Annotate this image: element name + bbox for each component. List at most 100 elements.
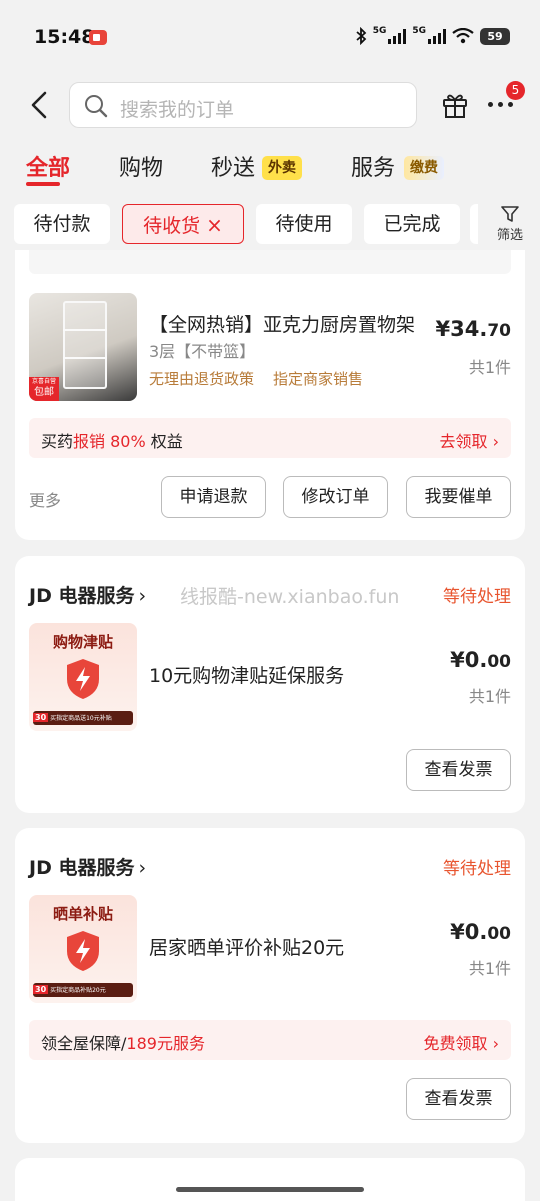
promo-link[interactable]: 去领取 › (439, 428, 499, 452)
price: ¥0.00 (450, 648, 511, 672)
filter-label: 筛选 (496, 228, 523, 243)
order-status: 等待处理 (443, 587, 511, 607)
urge-order-button[interactable]: 我要催单 (406, 476, 511, 518)
return-policy-tag: 无理由退货政策 (149, 370, 255, 388)
chip-pending-receipt[interactable]: 待收货 × (122, 204, 244, 244)
filter-button[interactable]: 筛选 (482, 202, 538, 248)
signal-icon-2 (428, 28, 446, 44)
service-image[interactable]: 购物津贴 30 买指定商品送10元补贴 (29, 623, 137, 731)
thumb-title: 晒单补贴 (52, 905, 113, 923)
promo-suffix: 权益 (145, 432, 183, 451)
search-input[interactable]: 搜索我的订单 (69, 82, 417, 128)
status-icons: 5G 5G 59 (355, 24, 510, 48)
tab-services[interactable]: 服务 (351, 150, 395, 182)
price-main: ¥0. (450, 648, 488, 672)
shelf-image (63, 301, 107, 389)
back-arrow-icon[interactable] (26, 90, 56, 120)
service-title[interactable]: 10元购物津贴延保服务 (149, 661, 344, 688)
service-title[interactable]: 居家晒单评价补贴20元 (149, 933, 344, 960)
promo-link-label: 去领取 (439, 432, 488, 451)
view-invoice-button[interactable]: 查看发票 (406, 749, 511, 791)
header: 搜索我的订单 5 (0, 76, 540, 136)
modify-order-button[interactable]: 修改订单 (283, 476, 388, 518)
status-bar: 15:48 5G 5G 59 (0, 0, 540, 70)
thumb-badge: 京喜自营 包邮 (29, 377, 59, 401)
view-invoice-button[interactable]: 查看发票 (406, 1078, 511, 1120)
product-title[interactable]: 【全网热销】亚克力厨房置物架 (149, 310, 415, 337)
close-icon[interactable]: × (206, 213, 223, 237)
promo-banner[interactable]: 买药报销 80% 权益 去领取 › (29, 418, 511, 458)
tab-active-underline (26, 182, 60, 186)
shield-icon (67, 659, 99, 699)
thumb-badge-line1: 京喜自营 (31, 378, 56, 385)
signal-5g-label-2: 5G (412, 26, 426, 36)
promo-banner[interactable]: 领全屋保障/189元服务 免费领取 › (29, 1020, 511, 1060)
product-image[interactable]: 京喜自营 包邮 (29, 293, 137, 401)
shop-label: JD 电器服务 (29, 857, 135, 879)
card-top-strip (29, 250, 511, 274)
chevron-right-icon: › (138, 857, 147, 879)
chevron-right-icon: › (492, 432, 499, 451)
service-image[interactable]: 晒单补贴 30 买指定商品补贴20元 (29, 895, 137, 1003)
gift-icon[interactable] (441, 91, 469, 119)
price: ¥34.70 (436, 317, 512, 341)
price-cents: 70 (487, 321, 511, 341)
tab-shopping[interactable]: 购物 (119, 150, 163, 182)
shop-name[interactable]: JD 电器服务 › (29, 581, 146, 608)
promo-link-label: 免费领取 (423, 1034, 488, 1053)
shelf-line (63, 329, 107, 331)
chip-pending-payment[interactable]: 待付款 (14, 204, 110, 244)
quantity: 共1件 (468, 358, 511, 377)
promo-highlight: 报销 80% (73, 432, 146, 451)
status-time: 15:48 (34, 26, 95, 48)
payment-tag: 缴费 (404, 156, 444, 180)
more-icon[interactable] (488, 102, 518, 110)
home-indicator[interactable] (176, 1187, 364, 1192)
shop-name[interactable]: JD 电器服务 › (29, 853, 146, 880)
promo-link[interactable]: 免费领取 › (423, 1030, 499, 1054)
price: ¥0.00 (450, 920, 511, 944)
search-placeholder: 搜索我的订单 (120, 99, 235, 121)
chip-pending-use[interactable]: 待使用 (256, 204, 352, 244)
shop-label: JD 电器服务 (29, 585, 135, 607)
order-card[interactable]: JD 电器服务 › 线报酷-new.xianbao.fun 等待处理 购物津贴 3… (15, 556, 525, 813)
signal-icon-1 (388, 28, 407, 44)
more-link[interactable]: 更多 (29, 487, 61, 511)
thumb-footer: 30 买指定商品送10元补贴 (33, 711, 133, 725)
order-card[interactable]: 京喜自营 包邮 【全网热销】亚克力厨房置物架 3层【不带篮】 无理由退货政策 指… (15, 250, 525, 540)
promo-prefix: 买药 (41, 432, 74, 451)
tab-instant-delivery[interactable]: 秒送 (211, 150, 255, 182)
thumb-title: 购物津贴 (52, 633, 113, 651)
promo-text: 领全屋保障/189元服务 (41, 1030, 205, 1054)
signal-5g-label-1: 5G (372, 26, 387, 36)
next-order-card (15, 1158, 525, 1201)
price-cents: 00 (487, 924, 511, 944)
quantity: 共1件 (468, 687, 511, 706)
promo-highlight: 189元服务 (126, 1034, 205, 1053)
bluetooth-icon (356, 27, 367, 45)
merchant-tag: 指定商家销售 (273, 370, 364, 388)
refund-button[interactable]: 申请退款 (161, 476, 266, 518)
promo-text: 买药报销 80% 权益 (41, 428, 183, 452)
chevron-right-icon: › (138, 585, 147, 607)
filter-chips: 待付款 待收货 × 待使用 已完成 筛选 (0, 202, 540, 248)
thumb-days: 30 (33, 985, 49, 994)
watermark-text: 线报酷-new.xianbao.fun (180, 586, 400, 608)
battery-icon: 59 (480, 27, 510, 45)
thumb-badge-line2: 包邮 (34, 387, 54, 398)
chip-overflow (470, 204, 478, 244)
thumb-footer: 30 买指定商品补贴20元 (33, 983, 133, 997)
shelf-line (63, 357, 107, 359)
chevron-right-icon: › (492, 1034, 499, 1053)
thumb-note: 买指定商品补贴20元 (50, 987, 106, 994)
order-card[interactable]: JD 电器服务 › 等待处理 晒单补贴 30 买指定商品补贴20元 居家晒单评价补… (15, 828, 525, 1143)
price-main: ¥34. (435, 317, 488, 341)
wifi-icon (452, 28, 474, 44)
screen-record-icon (89, 30, 107, 45)
chip-completed[interactable]: 已完成 (364, 204, 460, 244)
category-tabs: 全部 购物 秒送 外卖 服务 缴费 (0, 146, 540, 186)
tab-all[interactable]: 全部 (26, 150, 70, 182)
quantity: 共1件 (468, 959, 511, 978)
search-icon (85, 95, 108, 118)
shield-icon (67, 931, 99, 971)
